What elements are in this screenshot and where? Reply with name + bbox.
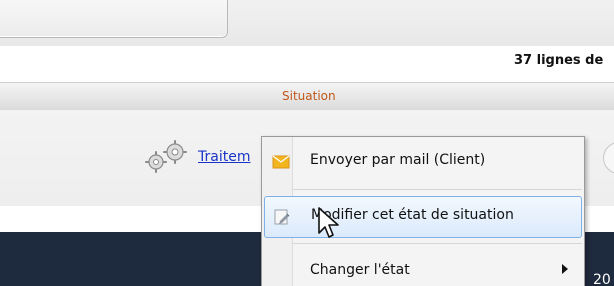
menu-item-label: Modifier cet état de situation (311, 207, 514, 223)
footer-text: 20 (593, 272, 611, 286)
menu-item-label: Envoyer par mail (Client) (310, 152, 486, 168)
row-count-bar: 37 lignes de (0, 46, 614, 78)
menu-item-label: Changer l'état (310, 262, 410, 278)
menu-separator (292, 189, 582, 190)
column-header-label: Situation (282, 89, 336, 103)
gear-icon[interactable] (142, 138, 192, 174)
menu-item-change-state[interactable]: Changer l'état (264, 252, 580, 286)
top-tab[interactable] (0, 0, 228, 38)
screen: 37 lignes de Situation Traitem 20 Envoye… (0, 0, 614, 286)
row-count-text: 37 lignes de (514, 53, 604, 68)
context-menu: Envoyer par mail (Client) Modifier cet é… (261, 136, 585, 286)
top-tab-strip (0, 0, 614, 47)
submenu-arrow-icon (562, 264, 568, 274)
menu-item-edit-situation-state[interactable]: Modifier cet état de situation (264, 196, 582, 238)
menu-item-send-mail-client[interactable]: Envoyer par mail (Client) (264, 142, 580, 182)
envelope-icon (272, 155, 290, 169)
edit-icon (274, 209, 290, 225)
column-header-situation[interactable]: Situation (0, 82, 614, 112)
traitement-link[interactable]: Traitem (198, 149, 250, 165)
menu-separator (292, 243, 582, 244)
